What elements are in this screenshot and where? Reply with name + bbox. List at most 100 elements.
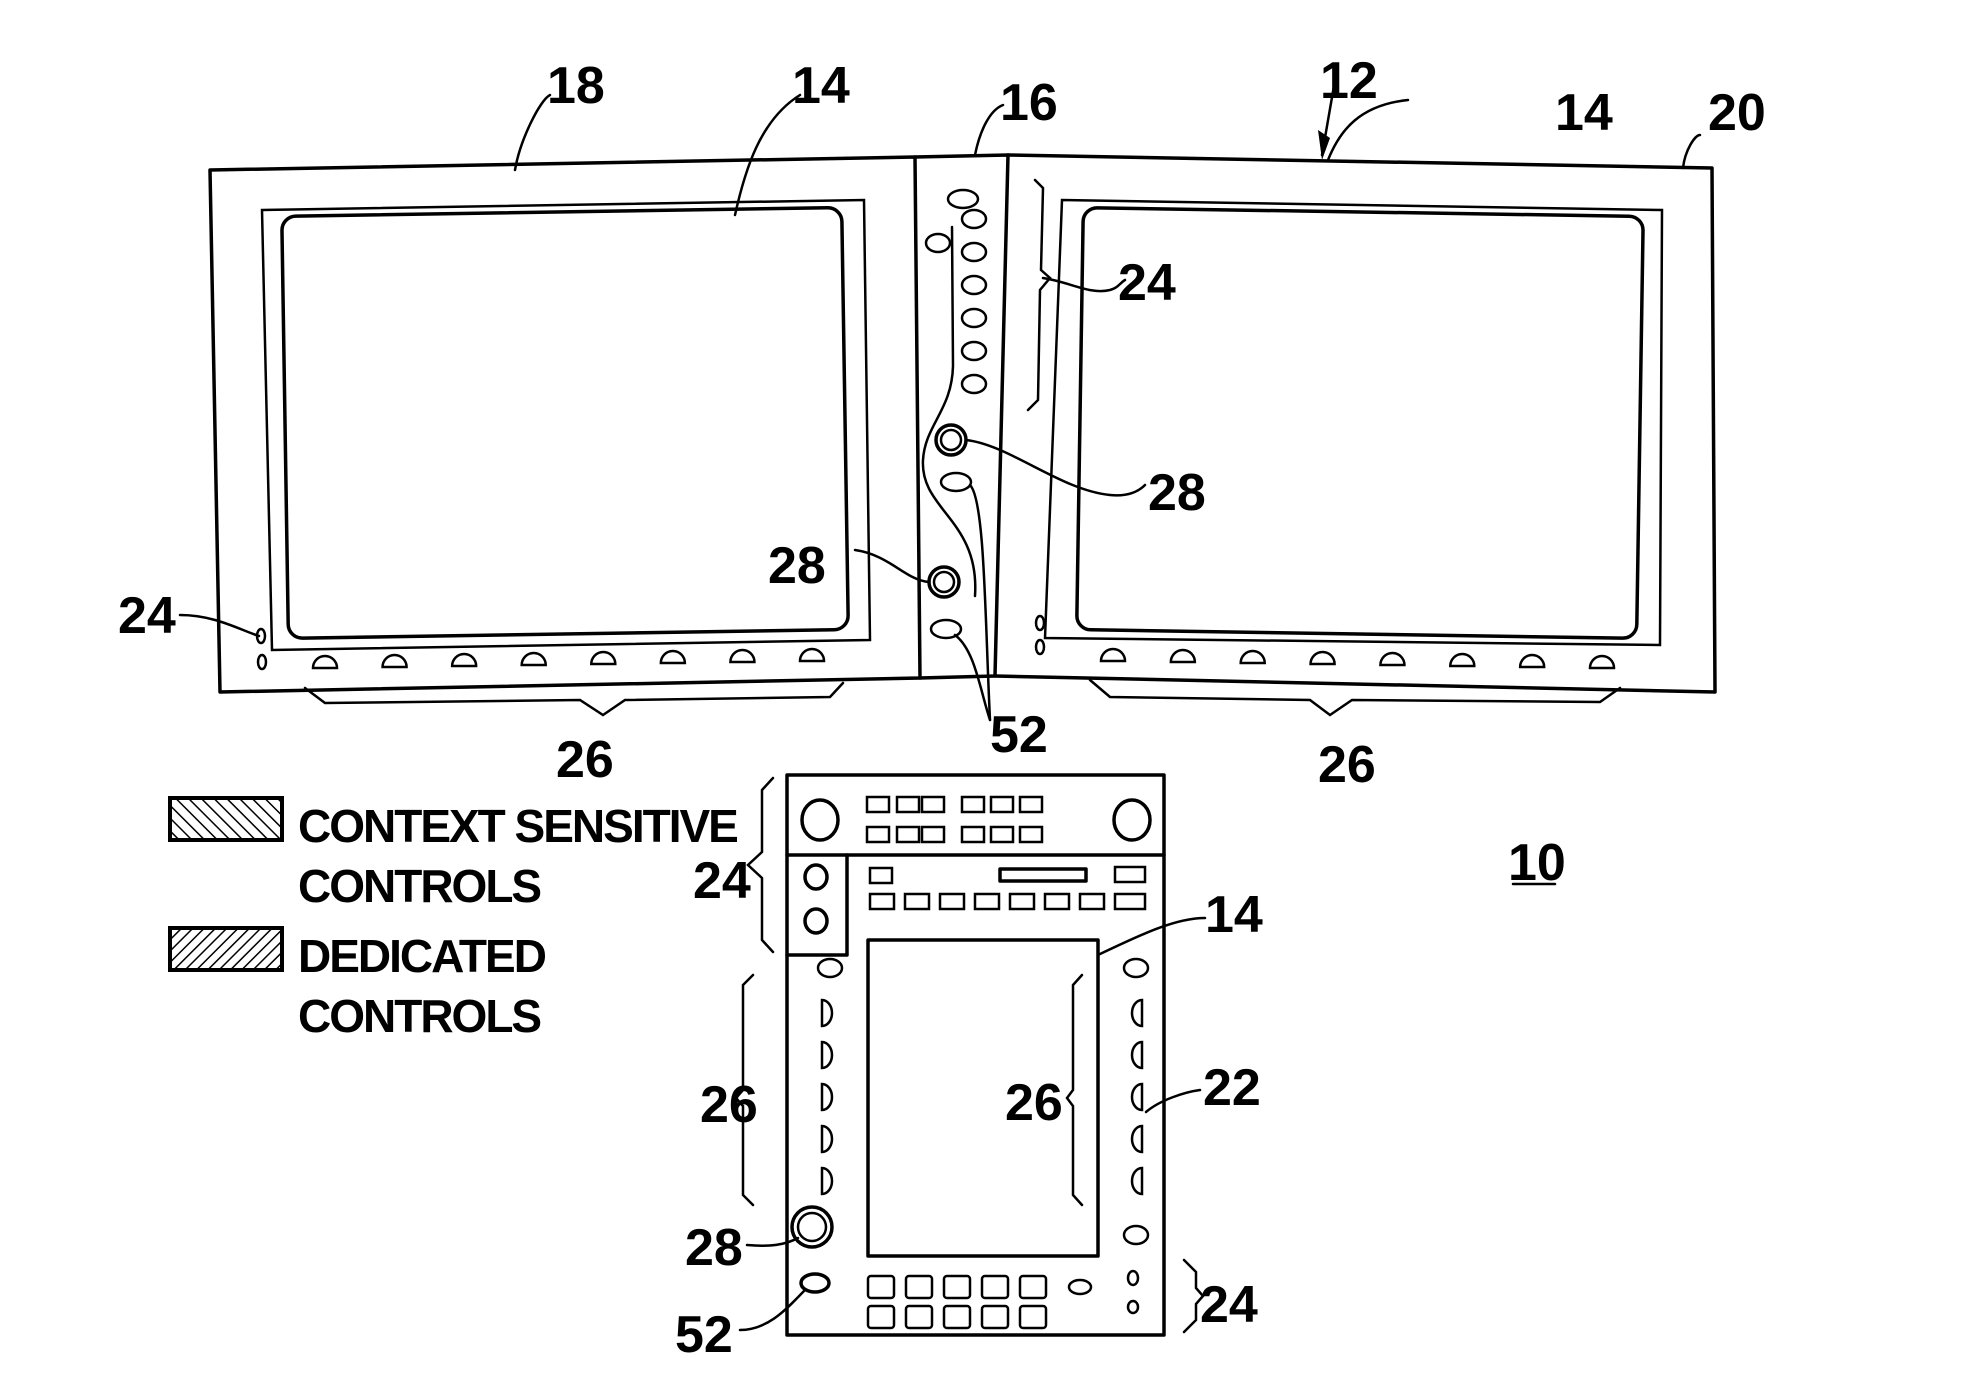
cdu-top-key-grid	[865, 795, 1044, 844]
right-indicator-led	[1034, 614, 1046, 632]
center-panel	[913, 153, 1010, 722]
label-16: 16	[1000, 74, 1058, 132]
cdu-indicator	[1126, 1299, 1140, 1315]
label-cdu-52: 52	[675, 1306, 733, 1364]
label-14-left: 14	[792, 57, 850, 115]
bezel-softkey[interactable]	[1588, 654, 1616, 670]
label-28-left: 28	[768, 537, 826, 595]
cdu-key[interactable]	[1113, 865, 1147, 884]
cdu-side-button[interactable]	[1122, 957, 1150, 979]
label-52: 52	[990, 706, 1048, 764]
center-rocker-upper[interactable]	[939, 471, 973, 493]
bezel-softkey[interactable]	[311, 654, 339, 670]
cdu-keypad-key[interactable]	[942, 1274, 972, 1300]
cdu-knob-top-right[interactable]	[1112, 798, 1152, 842]
cdu-side-button[interactable]	[816, 957, 844, 979]
center-knob-lower[interactable]	[927, 565, 961, 599]
cdu-small-knob-1[interactable]	[803, 863, 829, 891]
cdu-key[interactable]	[1043, 892, 1071, 911]
cdu-right-line-select-key[interactable]	[1130, 1166, 1144, 1196]
cdu-key[interactable]	[1067, 1278, 1093, 1296]
center-column-button[interactable]	[960, 241, 988, 263]
center-column-button[interactable]	[960, 307, 988, 329]
cdu-left-line-select-key[interactable]	[820, 1166, 834, 1196]
cdu-26-brace-inner	[1065, 973, 1084, 1207]
cdu-right-line-select-key[interactable]	[1130, 1124, 1144, 1154]
bezel-softkey[interactable]	[1449, 652, 1476, 668]
bezel-softkey[interactable]	[1099, 647, 1127, 663]
cdu-key[interactable]	[920, 825, 946, 844]
cdu-key[interactable]	[868, 866, 894, 885]
bezel-softkey[interactable]	[1518, 653, 1546, 669]
cdu-key[interactable]	[1008, 892, 1036, 911]
cdu-keypad-key[interactable]	[980, 1304, 1010, 1330]
bezel-softkey[interactable]	[1309, 650, 1336, 666]
label-26-right: 26	[1318, 736, 1376, 794]
cdu-left-line-select-key[interactable]	[820, 1124, 834, 1154]
cdu-key[interactable]	[1078, 892, 1106, 911]
cdu-key[interactable]	[938, 892, 966, 911]
cdu-keypad-key[interactable]	[866, 1304, 896, 1330]
cdu-right-line-select-key[interactable]	[1130, 998, 1144, 1028]
center-column-button[interactable]	[960, 208, 988, 230]
cdu-left-line-select-key[interactable]	[820, 998, 834, 1028]
cdu-key[interactable]	[1018, 825, 1044, 844]
bezel-softkey[interactable]	[729, 648, 756, 664]
cdu-right-lsk-column	[1130, 998, 1144, 1196]
cdu-keypad-key[interactable]	[942, 1304, 972, 1330]
label-cdu-24-top: 24	[693, 852, 751, 910]
cdu-keypad-key[interactable]	[904, 1274, 934, 1300]
cdu-right-line-select-key[interactable]	[1130, 1082, 1144, 1112]
bezel-softkey[interactable]	[1379, 651, 1406, 667]
cdu-side-button[interactable]	[1122, 1224, 1150, 1246]
cdu-left-line-select-key[interactable]	[820, 1040, 834, 1070]
label-cdu-26-inner: 26	[1005, 1074, 1063, 1132]
cdu-key[interactable]	[895, 795, 921, 814]
center-column-button[interactable]	[960, 373, 988, 395]
bezel-softkey[interactable]	[520, 651, 547, 667]
cdu-keypad-key[interactable]	[980, 1274, 1010, 1300]
bezel-softkey[interactable]	[590, 650, 617, 666]
bezel-softkey[interactable]	[798, 647, 826, 663]
cdu-key[interactable]	[895, 825, 921, 844]
right-display-unit	[993, 153, 1717, 717]
cdu-left-lsk-column	[820, 998, 834, 1196]
cdu-key[interactable]	[989, 795, 1015, 814]
cdu-key[interactable]	[960, 825, 986, 844]
cdu-small-knob-2[interactable]	[803, 907, 829, 935]
cdu-keypad-key[interactable]	[866, 1274, 896, 1300]
bezel-softkey[interactable]	[381, 653, 408, 669]
cdu-right-line-select-key[interactable]	[1130, 1040, 1144, 1070]
center-24-brace	[1026, 178, 1052, 412]
cdu-left-line-select-key[interactable]	[820, 1082, 834, 1112]
bezel-softkey[interactable]	[1239, 649, 1266, 665]
cdu-outline	[785, 773, 1166, 1337]
center-knob-upper[interactable]	[934, 423, 968, 457]
cdu-keypad-key[interactable]	[1018, 1304, 1048, 1330]
center-side-button[interactable]	[924, 232, 952, 254]
cdu-screen	[866, 938, 1100, 1258]
cdu-key[interactable]	[973, 892, 1001, 911]
center-column-button[interactable]	[960, 340, 988, 362]
bezel-softkey[interactable]	[450, 652, 478, 668]
cdu-key[interactable]	[903, 892, 931, 911]
bezel-softkey[interactable]	[659, 649, 687, 665]
label-cdu-26-left: 26	[700, 1076, 758, 1134]
bezel-softkey[interactable]	[1169, 648, 1197, 664]
cdu-key[interactable]	[1018, 795, 1044, 814]
cdu-key[interactable]	[865, 795, 891, 814]
cdu-knob-top-left[interactable]	[800, 798, 840, 842]
cdu-indicator	[1126, 1269, 1140, 1287]
cdu-key[interactable]	[920, 795, 946, 814]
center-top-button[interactable]	[946, 188, 980, 210]
cdu-key[interactable]	[1113, 892, 1147, 911]
cdu-key[interactable]	[989, 825, 1015, 844]
cdu-knob[interactable]	[790, 1205, 834, 1249]
cdu-keypad-key[interactable]	[1018, 1274, 1048, 1300]
cdu-key[interactable]	[868, 892, 896, 911]
center-column-button[interactable]	[960, 274, 988, 296]
label-cdu-22: 22	[1203, 1059, 1261, 1117]
cdu-keypad-key[interactable]	[904, 1304, 934, 1330]
cdu-key[interactable]	[865, 825, 891, 844]
cdu-key[interactable]	[960, 795, 986, 814]
